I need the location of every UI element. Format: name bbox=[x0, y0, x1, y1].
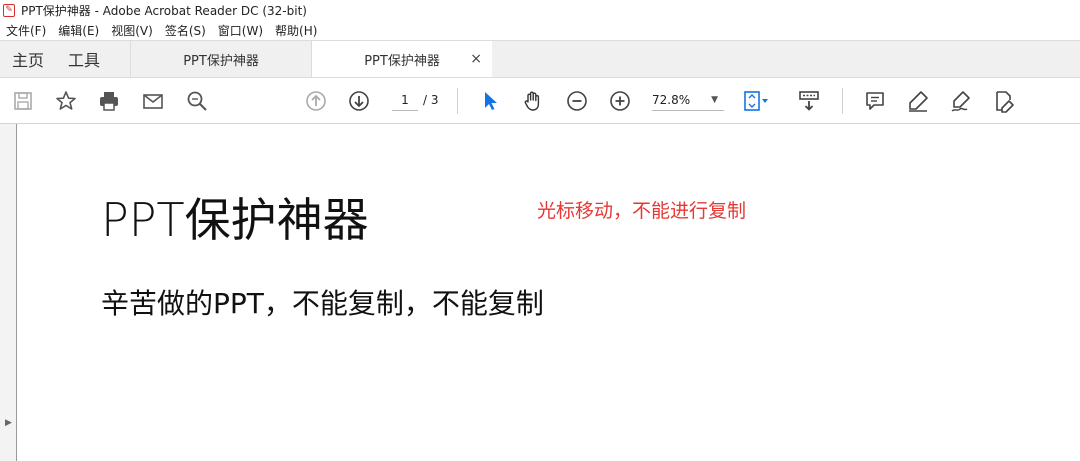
zoom-in-icon[interactable] bbox=[607, 88, 633, 114]
pdf-icon: ✎ bbox=[3, 3, 15, 17]
hand-icon[interactable] bbox=[520, 88, 546, 114]
menu-help[interactable]: 帮助(H) bbox=[275, 22, 317, 39]
comment-icon[interactable] bbox=[862, 88, 888, 114]
fit-page-icon[interactable] bbox=[741, 88, 771, 114]
sign-icon[interactable] bbox=[948, 88, 974, 114]
tab-bar: 主页 工具 PPT保护神器 PPT保护神器 × bbox=[0, 40, 1080, 78]
save-icon[interactable] bbox=[10, 88, 36, 114]
menu-window[interactable]: 窗口(W) bbox=[218, 22, 263, 39]
tab-document-1[interactable]: PPT保护神器 bbox=[130, 41, 311, 77]
chevron-down-icon: ▼ bbox=[711, 95, 718, 105]
navigation-pane-toggle[interactable]: ▶ bbox=[0, 124, 17, 461]
toolbar-divider bbox=[842, 88, 843, 114]
zoom-value: 72.8% bbox=[652, 93, 691, 107]
zoom-search-icon[interactable] bbox=[184, 88, 210, 114]
tab-home[interactable]: 主页 bbox=[0, 41, 56, 77]
menu-file[interactable]: 文件(F) bbox=[6, 22, 46, 39]
scroll-mode-icon[interactable] bbox=[796, 88, 822, 114]
star-icon[interactable] bbox=[53, 88, 79, 114]
print-icon[interactable] bbox=[96, 88, 122, 114]
menu-sign[interactable]: 签名(S) bbox=[165, 22, 206, 39]
menu-view[interactable]: 视图(V) bbox=[111, 22, 153, 39]
toolbar-divider bbox=[457, 88, 458, 114]
chevron-right-icon[interactable]: ▶ bbox=[5, 418, 12, 428]
title-bar: ✎ PPT保护神器 - Adobe Acrobat Reader DC (32-… bbox=[0, 0, 1080, 20]
document-heading: PPT保护神器 bbox=[101, 193, 369, 247]
tab-document-2-label: PPT保护神器 bbox=[364, 53, 440, 69]
toolbar: 1 / 3 72.8% ▼ bbox=[0, 78, 1080, 124]
tab-document-2[interactable]: PPT保护神器 × bbox=[311, 41, 493, 77]
document-note: 光标移动，不能进行复制 bbox=[537, 200, 747, 222]
zoom-out-icon[interactable] bbox=[564, 88, 590, 114]
document-body: 辛苦做的PPT，不能复制，不能复制 bbox=[101, 287, 544, 320]
edit-pdf-icon[interactable] bbox=[991, 88, 1017, 114]
prev-page-icon[interactable] bbox=[303, 88, 329, 114]
menu-edit[interactable]: 编辑(E) bbox=[58, 22, 99, 39]
zoom-select[interactable]: 72.8% ▼ bbox=[652, 90, 724, 111]
page-number-input[interactable]: 1 bbox=[392, 90, 418, 111]
menu-bar: 文件(F) 编辑(E) 视图(V) 签名(S) 窗口(W) 帮助(H) bbox=[0, 20, 1080, 40]
close-icon[interactable]: × bbox=[470, 51, 482, 67]
email-icon[interactable] bbox=[140, 88, 166, 114]
tab-document-1-label: PPT保护神器 bbox=[183, 53, 259, 69]
next-page-icon[interactable] bbox=[346, 88, 372, 114]
window-title: PPT保护神器 - Adobe Acrobat Reader DC (32-bi… bbox=[21, 3, 307, 18]
page-total: / 3 bbox=[423, 93, 439, 107]
document-page: PPT保护神器 光标移动，不能进行复制 辛苦做的PPT，不能复制，不能复制 bbox=[17, 124, 1080, 461]
select-cursor-icon[interactable] bbox=[477, 88, 503, 114]
highlight-icon[interactable] bbox=[905, 88, 931, 114]
tab-tools[interactable]: 工具 bbox=[56, 41, 130, 77]
